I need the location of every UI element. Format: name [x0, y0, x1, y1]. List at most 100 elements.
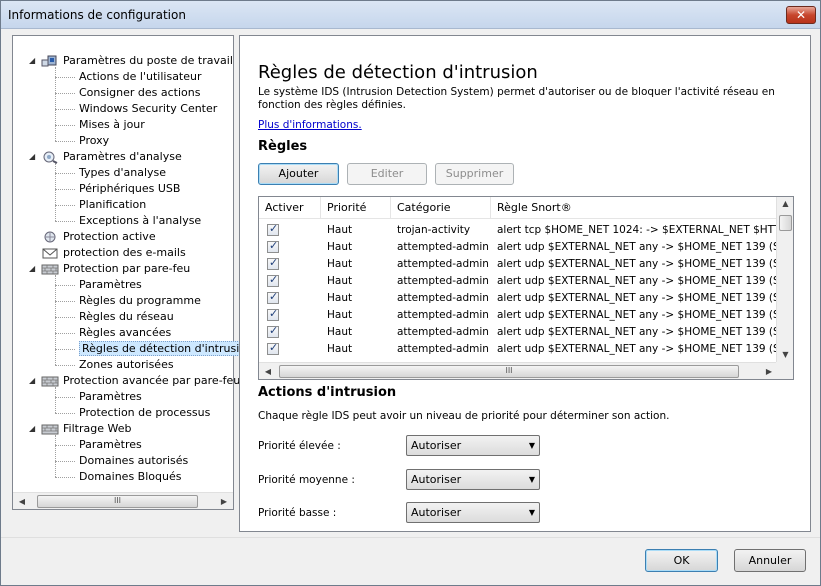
priority-high-select[interactable]: Autoriser ▼	[406, 435, 540, 456]
tree-connector	[55, 397, 75, 398]
tree-leaf-marker[interactable]	[29, 233, 37, 241]
tree-item-label: Domaines Bloqués	[79, 470, 182, 483]
scroll-down-icon[interactable]: ▼	[779, 348, 792, 362]
table-row[interactable]: Haut attempted-admin alert udp $EXTERNAL_N…	[259, 341, 779, 358]
enable-checkbox[interactable]	[267, 222, 279, 236]
more-info-link[interactable]: Plus d'informations.	[258, 119, 362, 131]
table-row[interactable]: Haut attempted-admin alert udp $EXTERNAL_N…	[259, 290, 779, 307]
close-button[interactable]: ✕	[786, 6, 816, 24]
tree-connector	[55, 141, 75, 142]
tree-leaf-marker[interactable]	[29, 249, 37, 257]
chevron-down-icon: ▼	[528, 441, 535, 450]
priority-cell: Haut	[327, 241, 353, 253]
enable-checkbox[interactable]	[267, 290, 279, 304]
rules-table: Activer Priorité Catégorie Règle Snort® …	[258, 196, 794, 380]
enable-checkbox[interactable]	[267, 256, 279, 270]
enable-checkbox[interactable]	[267, 341, 279, 355]
tree-item-regles-avancees[interactable]: Règles avancées	[79, 325, 171, 341]
tree-connector	[55, 109, 75, 110]
expand-collapse-icon[interactable]: ◢	[29, 425, 37, 433]
priority-low-select[interactable]: Autoriser ▼	[406, 502, 540, 523]
column-categorie[interactable]: Catégorie	[391, 197, 491, 219]
tree-connector	[55, 221, 75, 222]
table-row[interactable]: Haut trojan-activity alert tcp $HOME_NET 1…	[259, 222, 779, 239]
tree-item-peripheriques-usb[interactable]: Périphériques USB	[79, 181, 180, 197]
table-row[interactable]: Haut attempted-admin alert udp $EXTERNAL_N…	[259, 239, 779, 256]
tree-connector	[55, 173, 75, 174]
add-button[interactable]: Ajouter	[258, 163, 339, 185]
priority-cell: Haut	[327, 258, 353, 270]
tree-item-types-d-analyse[interactable]: Types d'analyse	[79, 165, 166, 181]
scroll-left-icon[interactable]: ◀	[15, 495, 29, 508]
enable-checkbox[interactable]	[267, 324, 279, 338]
tree-item-label: protection des e-mails	[63, 246, 186, 259]
tree-connector	[55, 349, 75, 350]
tree-item-planification[interactable]: Planification	[79, 197, 146, 213]
tree-item-domaines-autorises[interactable]: Domaines autorisés	[79, 453, 188, 469]
rule-cell: alert udp $EXTERNAL_NET any -> $HOME_NET…	[497, 343, 779, 355]
firewall-icon	[41, 262, 59, 276]
tree-connector	[55, 445, 75, 446]
close-icon: ✕	[795, 8, 807, 22]
tree-item-label: Types d'analyse	[79, 166, 167, 179]
delete-button[interactable]: Supprimer	[435, 163, 514, 185]
table-vscroll-thumb[interactable]	[779, 215, 792, 231]
tree-item-regles-du-reseau[interactable]: Règles du réseau	[79, 309, 174, 325]
table-horizontal-scrollbar[interactable]: ◀ III ▶	[259, 362, 778, 379]
tree-item-actions-de-l-utilisateur[interactable]: Actions de l'utilisateur	[79, 69, 202, 85]
tree-item-label: Consigner des actions	[79, 86, 201, 99]
tree-item-label: Zones autorisées	[79, 358, 174, 371]
column-regle-snort[interactable]: Règle Snort®	[491, 197, 779, 219]
tree-item-proxy[interactable]: Proxy	[79, 133, 109, 149]
tree-item-parametres[interactable]: Paramètres	[79, 389, 142, 405]
scan-icon	[41, 150, 59, 164]
expand-collapse-icon[interactable]: ◢	[29, 57, 37, 65]
content-panel: Règles de détection d'intrusion Le systè…	[239, 35, 811, 532]
scroll-right-icon[interactable]: ▶	[762, 365, 776, 378]
expand-collapse-icon[interactable]: ◢	[29, 153, 37, 161]
enable-checkbox[interactable]	[267, 239, 279, 253]
table-row[interactable]: Haut attempted-admin alert udp $EXTERNAL_N…	[259, 256, 779, 273]
tree-item-label: Protection avancée par pare-feu	[63, 374, 241, 387]
tree-item-label: Mises à jour	[79, 118, 145, 131]
ok-button[interactable]: OK	[645, 549, 718, 572]
tree-item-consigner-des-actions[interactable]: Consigner des actions	[79, 85, 200, 101]
tree-horizontal-scrollbar[interactable]: ◀ III ▶	[13, 492, 233, 509]
rule-cell: alert udp $EXTERNAL_NET any -> $HOME_NET…	[497, 275, 779, 287]
scroll-left-icon[interactable]: ◀	[261, 365, 275, 378]
title-bar: Informations de configuration ✕	[1, 1, 820, 29]
enable-checkbox[interactable]	[267, 307, 279, 321]
scroll-right-icon[interactable]: ▶	[217, 495, 231, 508]
tree-item-label: Protection de processus	[79, 406, 211, 419]
table-row[interactable]: Haut attempted-admin alert udp $EXTERNAL_N…	[259, 324, 779, 341]
table-row[interactable]: Haut attempted-admin alert udp $EXTERNAL_N…	[259, 307, 779, 324]
tree-item-zones-autorisees[interactable]: Zones autorisées	[79, 357, 174, 373]
tree-item-regles-du-programme[interactable]: Règles du programme	[79, 293, 201, 309]
tree-item-regles-de-detection-d-intrusion[interactable]: Règles de détection d'intrusion	[79, 341, 256, 357]
tree-item-domaines-bloques[interactable]: Domaines Bloqués	[79, 469, 181, 485]
priority-medium-select[interactable]: Autoriser ▼	[406, 469, 540, 490]
tree-item-mises-a-jour[interactable]: Mises à jour	[79, 117, 145, 133]
category-cell: attempted-admin	[397, 309, 489, 321]
page-title: Règles de détection d'intrusion	[258, 62, 538, 83]
column-priorite[interactable]: Priorité	[321, 197, 391, 219]
priority-high-label: Priorité élevée :	[258, 440, 341, 452]
edit-button[interactable]: Editer	[347, 163, 427, 185]
tree-item-windows-security-center[interactable]: Windows Security Center	[79, 101, 217, 117]
enable-checkbox[interactable]	[267, 273, 279, 287]
expand-collapse-icon[interactable]: ◢	[29, 265, 37, 273]
table-vertical-scrollbar[interactable]: ▲ ▼	[776, 197, 793, 362]
column-activer[interactable]: Activer	[259, 197, 321, 219]
expand-collapse-icon[interactable]: ◢	[29, 377, 37, 385]
tree-item-parametres[interactable]: Paramètres	[79, 437, 142, 453]
priority-low-value: Autoriser	[411, 506, 462, 519]
table-hscroll-thumb[interactable]: III	[279, 365, 739, 378]
tree-item-parametres[interactable]: Paramètres	[79, 277, 142, 293]
tree-connector	[55, 413, 75, 414]
table-row[interactable]: Haut attempted-admin alert udp $EXTERNAL_N…	[259, 273, 779, 290]
tree-item-protection-de-processus[interactable]: Protection de processus	[79, 405, 210, 421]
tree-item-exceptions-a-l-analyse[interactable]: Exceptions à l'analyse	[79, 213, 201, 229]
scroll-up-icon[interactable]: ▲	[779, 197, 792, 211]
cancel-button[interactable]: Annuler	[734, 549, 806, 572]
tree-scroll-thumb[interactable]: III	[37, 495, 198, 508]
